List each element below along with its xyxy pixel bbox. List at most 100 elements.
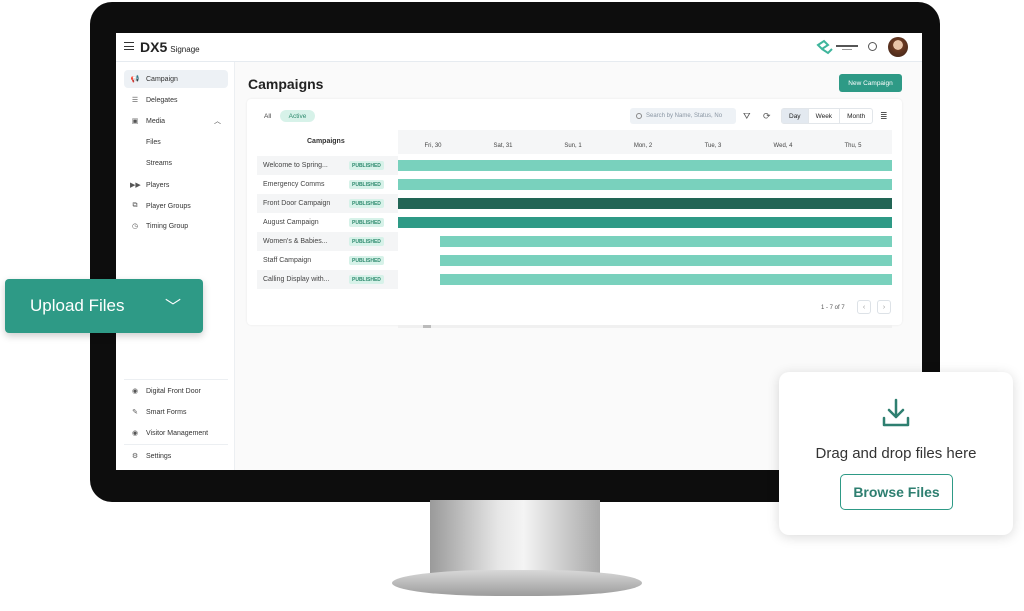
timeline-header: Fri, 30 Sat, 31 Sun, 1 Mon, 2 Tue, 3 Wed, 4 Th… bbox=[398, 130, 892, 154]
timeline-row bbox=[398, 270, 892, 289]
status-badge: PUBLISHED bbox=[349, 275, 384, 284]
sidebar-item-timing-group[interactable]: ◷ Timing Group bbox=[124, 217, 228, 235]
top-bar: DX5 Signage bbox=[116, 33, 922, 62]
view-week[interactable]: Week bbox=[809, 109, 841, 123]
column-header-campaigns: Campaigns bbox=[307, 138, 345, 145]
form-icon: ✎ bbox=[132, 409, 138, 416]
list-icon[interactable]: ≣ bbox=[880, 111, 888, 122]
table-row[interactable]: August Campaign PUBLISHED bbox=[257, 213, 398, 232]
status-badge: PUBLISHED bbox=[349, 199, 384, 208]
table-row[interactable]: Front Door Campaign PUBLISHED bbox=[257, 194, 398, 213]
sidebar-item-files[interactable]: Files bbox=[124, 133, 228, 151]
upload-label: Upload Files bbox=[30, 296, 125, 315]
sidebar-item-settings[interactable]: ⚙ Settings bbox=[124, 447, 228, 465]
day-header: Sun, 1 bbox=[564, 143, 582, 149]
brand: DX5 Signage bbox=[140, 39, 200, 55]
campaign-bar[interactable] bbox=[440, 274, 892, 285]
refresh-icon[interactable]: ⟳ bbox=[763, 111, 771, 122]
pagination-text: 1 - 7 of 7 bbox=[821, 305, 845, 311]
timeline-row bbox=[398, 213, 892, 232]
sidebar-item-label: Streams bbox=[146, 159, 173, 167]
sidebar-item-delegates[interactable]: ☰ Delegates bbox=[124, 91, 228, 109]
sidebar-item-campaign[interactable]: 📢 Campaign bbox=[124, 70, 228, 88]
chevron-down-icon: ﹀ bbox=[165, 299, 182, 316]
filter-all[interactable]: All bbox=[264, 113, 271, 120]
sidebar-item-digital-front-door[interactable]: ◉ Digital Front Door bbox=[124, 382, 228, 400]
sidebar-item-smart-forms[interactable]: ✎ Smart Forms bbox=[124, 403, 228, 421]
upload-files-button[interactable]: Upload Files ﹀ bbox=[5, 279, 203, 333]
menu-icon[interactable] bbox=[124, 42, 134, 50]
fast-forward-icon: ▶▶ bbox=[130, 182, 141, 189]
monitor-base bbox=[392, 570, 642, 596]
table-row[interactable]: Welcome to Spring... PUBLISHED bbox=[257, 156, 398, 175]
day-header: Mon, 2 bbox=[633, 143, 653, 149]
timeline-row bbox=[398, 156, 892, 175]
clock-icon: ◷ bbox=[131, 223, 139, 230]
sidebar-item-label: Digital Front Door bbox=[146, 387, 201, 395]
table-row[interactable]: Emergency Comms PUBLISHED bbox=[257, 175, 398, 194]
dropzone-text: Drag and drop files here bbox=[815, 445, 977, 462]
campaign-name: Calling Display with... bbox=[263, 276, 330, 283]
sidebar-item-label: Smart Forms bbox=[146, 408, 187, 416]
timeline-row bbox=[398, 251, 892, 270]
filter-active[interactable]: Active bbox=[280, 110, 315, 122]
divider bbox=[124, 379, 228, 380]
sidebar-item-label: Media bbox=[146, 117, 166, 125]
campaign-name: August Campaign bbox=[263, 219, 319, 226]
day-header: Sat, 31 bbox=[493, 143, 513, 149]
campaign-name: Welcome to Spring... bbox=[263, 162, 328, 169]
filter-icon[interactable]: ⛛ bbox=[743, 111, 751, 122]
view-month[interactable]: Month bbox=[840, 109, 872, 123]
table-row[interactable]: Calling Display with... PUBLISHED bbox=[257, 270, 398, 289]
campaign-bar[interactable] bbox=[440, 255, 892, 266]
dropzone[interactable]: Drag and drop files here Browse Files bbox=[779, 372, 1013, 535]
table-row[interactable]: Women's & Babies... PUBLISHED bbox=[257, 232, 398, 251]
timeline-row bbox=[398, 194, 892, 213]
sidebar-item-label: Timing Group bbox=[146, 222, 189, 230]
brand-name: DX5 bbox=[140, 39, 168, 55]
search-input[interactable]: Search by Name, Status, No bbox=[630, 108, 736, 124]
sidebar-item-player-groups[interactable]: ⧉ Player Groups bbox=[124, 197, 228, 215]
gear-icon: ⚙ bbox=[131, 453, 139, 460]
browse-files-button[interactable]: Browse Files bbox=[840, 474, 953, 510]
status-badge: PUBLISHED bbox=[349, 256, 384, 265]
sidebar-item-streams[interactable]: Streams bbox=[124, 154, 228, 172]
campaign-bar[interactable] bbox=[398, 198, 892, 209]
prev-page-button[interactable]: ‹ bbox=[857, 300, 871, 314]
campaign-name: Front Door Campaign bbox=[263, 200, 331, 207]
image-icon: ▣ bbox=[131, 118, 139, 125]
next-page-button[interactable]: › bbox=[877, 300, 891, 314]
download-icon bbox=[882, 398, 910, 427]
campaign-bar[interactable] bbox=[398, 217, 892, 228]
view-toggle: Day Week Month bbox=[781, 108, 874, 124]
timeline-row bbox=[398, 232, 892, 251]
campaign-bar[interactable] bbox=[398, 179, 892, 190]
list-play-icon: ☰ bbox=[131, 97, 139, 104]
sidebar-item-label: Campaign bbox=[146, 75, 178, 83]
avatar[interactable] bbox=[888, 37, 908, 57]
view-day[interactable]: Day bbox=[782, 109, 809, 123]
status-badge: PUBLISHED bbox=[349, 180, 384, 189]
divider bbox=[124, 444, 228, 445]
sidebar-item-visitor-management[interactable]: ◉ Visitor Management bbox=[124, 424, 228, 442]
sidebar-item-label: Players bbox=[146, 181, 170, 189]
status-badge: PUBLISHED bbox=[349, 218, 384, 227]
horizontal-scrollbar[interactable] bbox=[398, 325, 892, 328]
campaign-bar[interactable] bbox=[440, 236, 892, 247]
megaphone-icon: 📢 bbox=[130, 76, 140, 83]
timeline-row bbox=[398, 175, 892, 194]
status-badge: PUBLISHED bbox=[349, 237, 384, 246]
new-campaign-button[interactable]: New Campaign bbox=[839, 74, 902, 92]
user-circle-icon: ◉ bbox=[131, 430, 139, 437]
status-badge: PUBLISHED bbox=[349, 161, 384, 170]
campaign-bar[interactable] bbox=[398, 160, 892, 171]
search-icon[interactable] bbox=[868, 42, 877, 51]
campaign-name: Women's & Babies... bbox=[263, 238, 328, 245]
chevron-up-icon[interactable]: ︿ bbox=[214, 116, 221, 126]
sidebar-item-media[interactable]: ▣ Media ︿ bbox=[124, 112, 228, 130]
org-logo bbox=[816, 39, 858, 55]
day-header: Tue, 3 bbox=[704, 143, 722, 149]
sidebar-item-players[interactable]: ▶▶ Players bbox=[124, 176, 228, 194]
table-row[interactable]: Staff Campaign PUBLISHED bbox=[257, 251, 398, 270]
page-title: Campaigns bbox=[248, 76, 324, 92]
